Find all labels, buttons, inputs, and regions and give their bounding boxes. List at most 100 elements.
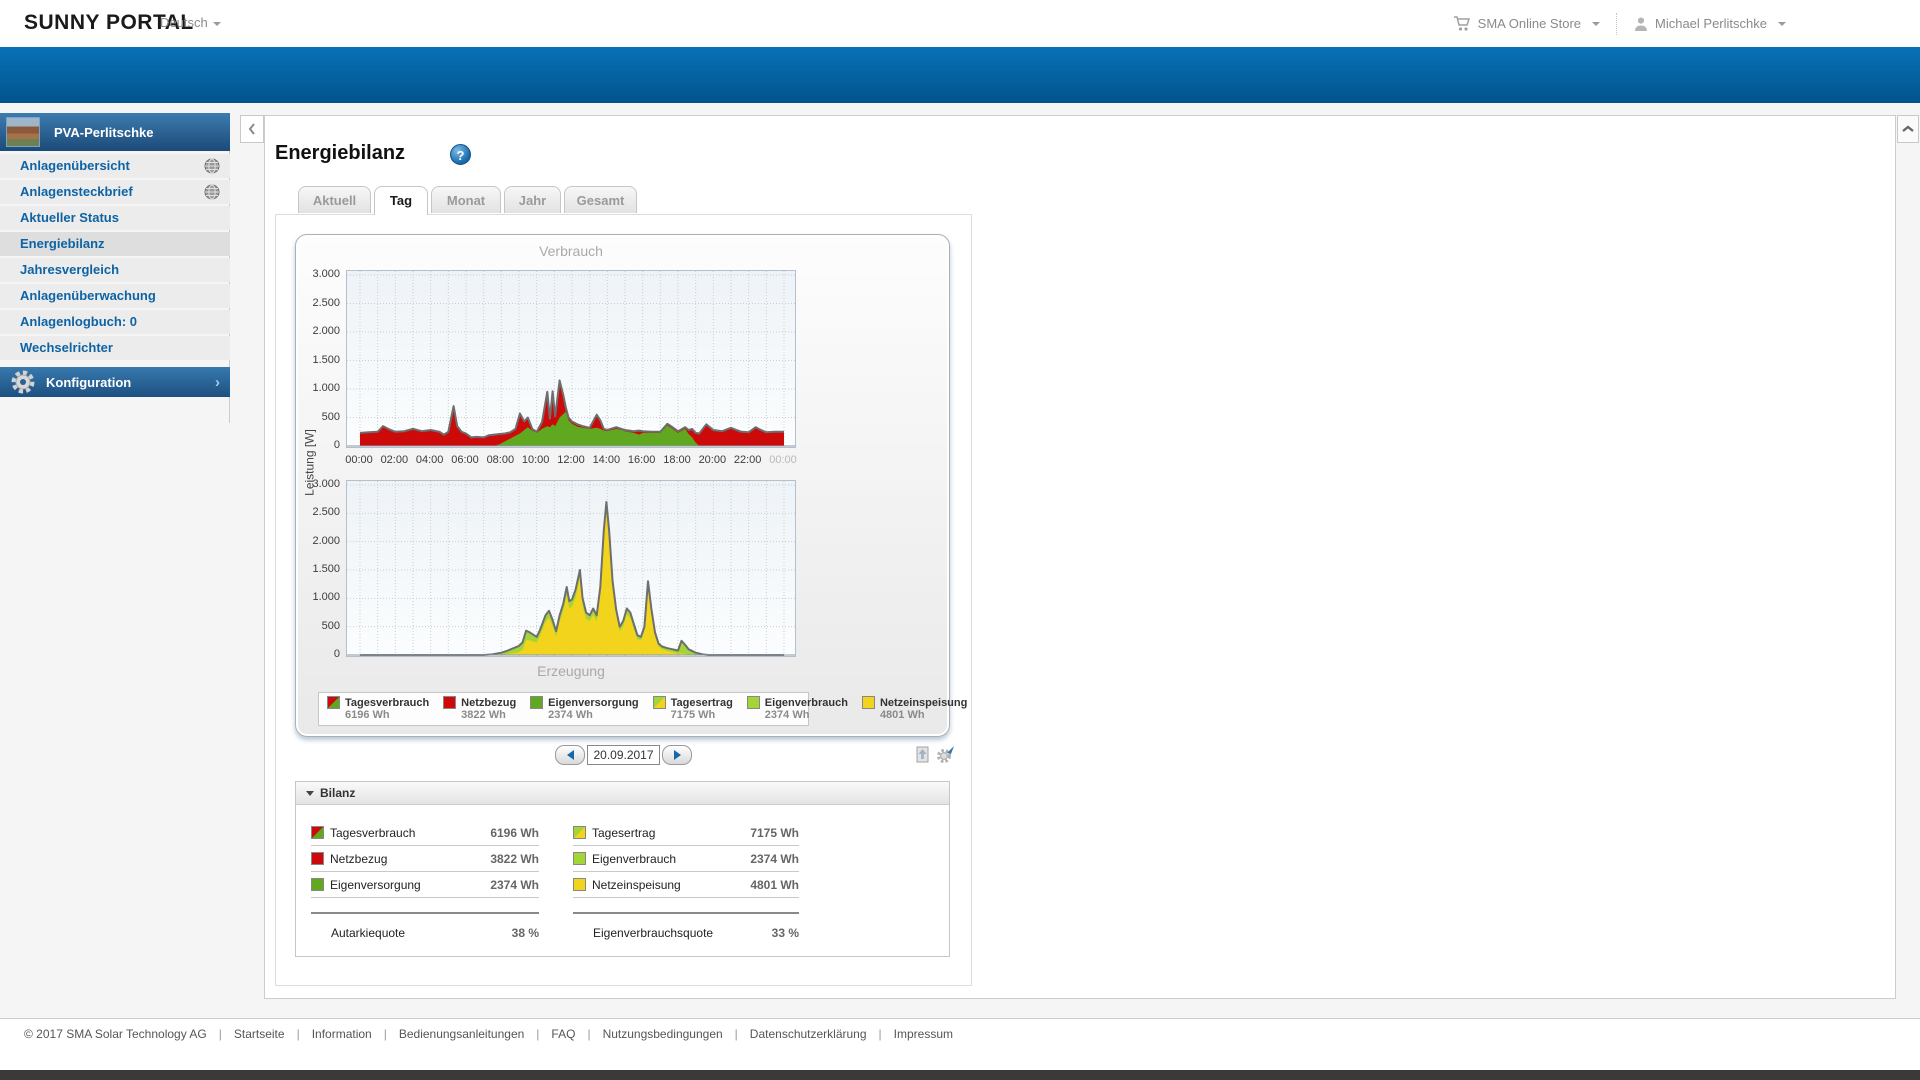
footer-link-nutzungsbedingungen[interactable]: Nutzungsbedingungen [575, 1027, 722, 1041]
y-tick: 1.000 [312, 591, 340, 604]
y-tick: 1.000 [312, 382, 340, 394]
publish-page-icon[interactable] [914, 744, 931, 770]
arrow-right-icon [673, 750, 681, 760]
gear-icon [11, 370, 35, 394]
erzeugung-chart-plot[interactable] [346, 480, 796, 657]
chart-title-erzeugung: Erzeugung [537, 663, 605, 679]
sidebar-item-label: Aktueller Status [20, 210, 119, 225]
language-label: Deutsch [160, 15, 208, 30]
help-icon[interactable]: ? [450, 144, 471, 165]
legend-netzeinspeisung: Netzeinspeisung 4801 Wh [861, 696, 967, 721]
legend-swatch [861, 696, 875, 709]
bilanz-left-column: Tagesverbrauch 6196 Wh Netzbezug 3822 Wh… [311, 820, 539, 948]
legend-tagesertrag: Tagesertrag 7175 Wh [652, 696, 733, 721]
plant-header[interactable]: PVA-Perlitschke [0, 113, 230, 151]
legend-swatch [530, 696, 544, 709]
x-tick: 00:00 [345, 454, 373, 466]
footer-link-datenschutzerklaerung[interactable]: Datenschutzerklärung [723, 1027, 867, 1041]
sidebar-collapse-button[interactable] [240, 115, 264, 143]
x-tick: 16:00 [627, 454, 656, 466]
next-day-button[interactable] [662, 745, 692, 765]
tab-monat[interactable]: Monat [431, 186, 501, 213]
divider [573, 912, 799, 914]
sidebar-item-anlagensteckbrief[interactable]: Anlagensteckbrief [0, 180, 230, 204]
sidebar-item-anlagenlogbuch[interactable]: Anlagenlogbuch: 0 [0, 310, 230, 334]
footer-link-information[interactable]: Information [285, 1027, 372, 1041]
verbrauch-chart [347, 271, 795, 447]
chart-settings-icon[interactable] [936, 744, 955, 770]
previous-day-button[interactable] [555, 745, 585, 765]
chevron-down-icon [212, 21, 221, 26]
bilanz-swatch [311, 878, 324, 891]
y-tick: 2.500 [312, 506, 340, 519]
verbrauch-chart-plot[interactable] [346, 270, 796, 448]
bilanz-right-column: Tagesertrag 7175 Wh Eigenverbrauch 2374 … [573, 820, 799, 948]
sidebar-item-energiebilanz[interactable]: Energiebilanz [0, 232, 230, 256]
erzeugung-chart [347, 481, 795, 656]
tab-gesamt[interactable]: Gesamt [564, 186, 637, 213]
divider [1616, 12, 1617, 35]
main-nav-bar [0, 47, 1920, 103]
legend-tagesverbrauch: Tagesverbrauch 6196 Wh [327, 696, 429, 721]
x-tick: 10:00 [521, 454, 550, 466]
sidebar-item-wechselrichter[interactable]: Wechselrichter [0, 336, 230, 360]
bilanz-row-netzbezug: Netzbezug 3822 Wh [311, 846, 539, 872]
y-tick: 0 [333, 439, 340, 451]
bilanz-header[interactable]: Bilanz [296, 782, 949, 805]
bilanz-summary-eigenverbrauchsquote: Eigenverbrauchsquote 33 % [593, 926, 799, 940]
energy-chart-panel: Verbrauch Leistung [W] 3.000 2.500 2.000 1.… [295, 234, 967, 737]
sidebar-item-label: Wechselrichter [20, 340, 113, 355]
tab-aktuell[interactable]: Aktuell [298, 186, 371, 213]
x-tick: 00:00 [769, 454, 797, 466]
date-input[interactable] [587, 745, 660, 765]
footer-link-bedienungsanleitungen[interactable]: Bedienungsanleitungen [372, 1027, 525, 1041]
bilanz-swatch [573, 878, 586, 891]
scroll-to-top-button[interactable] [1897, 115, 1919, 143]
sidebar-item-label: Anlagensteckbrief [20, 184, 133, 199]
language-dropdown[interactable]: Deutsch [160, 15, 221, 30]
y-tick: 2.500 [312, 296, 340, 309]
content-panel: Energiebilanz ? Aktuell Tag Monat Jahr G… [264, 115, 1896, 999]
online-store-menu[interactable]: SMA Online Store [1453, 15, 1600, 32]
sidebar-item-konfiguration[interactable]: Konfiguration › [0, 367, 230, 397]
bilanz-swatch [311, 852, 324, 865]
collapse-triangle-icon [306, 790, 314, 796]
globe-icon[interactable] [204, 158, 220, 174]
sidebar-item-label: Anlagenübersicht [20, 158, 130, 173]
konfiguration-label: Konfiguration [46, 374, 132, 390]
legend-eigenverbrauch: Eigenverbrauch 2374 Wh [746, 696, 848, 721]
bilanz-swatch [573, 826, 586, 839]
x-tick: 06:00 [451, 454, 479, 466]
y-tick: 2.000 [312, 534, 340, 547]
bilanz-row-eigenverbrauch: Eigenverbrauch 2374 Wh [573, 846, 799, 872]
tab-jahr[interactable]: Jahr [504, 186, 561, 213]
page-title: Energiebilanz [275, 142, 406, 164]
y-tick: 0 [333, 648, 340, 660]
x-tick: 02:00 [380, 454, 409, 466]
globe-icon[interactable] [204, 184, 220, 200]
footer-link-impressum[interactable]: Impressum [867, 1027, 953, 1041]
legend-netzbezug: Netzbezug 3822 Wh [443, 696, 516, 721]
sidebar-item-anlagenuebersicht[interactable]: Anlagenübersicht [0, 154, 230, 178]
legend-swatch [652, 696, 666, 709]
user-menu[interactable]: Michael Perlitschke [1633, 16, 1786, 32]
tab-tag[interactable]: Tag [374, 186, 428, 215]
footer-link-startseite[interactable]: Startseite [207, 1027, 285, 1041]
bilanz-swatch [311, 826, 324, 839]
x-tick: 22:00 [733, 454, 762, 466]
divider [311, 912, 539, 914]
bilanz-title: Bilanz [320, 786, 356, 800]
top-bar: SUNNY PORTAL Deutsch SMA Online Store Mi… [0, 0, 1920, 47]
legend-swatch [327, 696, 340, 709]
chevron-down-icon [1778, 21, 1786, 26]
sidebar-item-label: Energiebilanz [20, 236, 105, 251]
y-tick: 3.000 [312, 478, 340, 490]
chart-legend: Tagesverbrauch 6196 Wh Netzbezug 3822 Wh… [318, 692, 967, 726]
footer-link-faq[interactable]: FAQ [524, 1027, 575, 1041]
legend-swatch [746, 696, 760, 709]
y-tick: 2.000 [312, 325, 340, 337]
chevron-right-icon: › [215, 373, 220, 391]
sidebar-item-aktueller-status[interactable]: Aktueller Status [0, 206, 230, 230]
sidebar-item-anlagenueberwachung[interactable]: Anlagenüberwachung [0, 284, 230, 308]
sidebar-item-jahresvergleich[interactable]: Jahresvergleich [0, 258, 230, 282]
